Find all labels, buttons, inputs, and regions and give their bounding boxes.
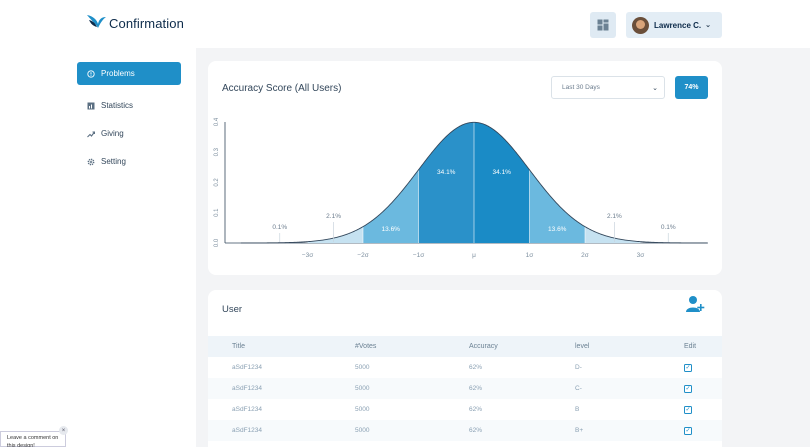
- x-tick-label: μ: [472, 252, 476, 259]
- y-tick-label: 0.4: [214, 117, 220, 126]
- user-name: Lawrence C.: [654, 20, 702, 30]
- cell-title: aSdF1234: [232, 385, 262, 392]
- cell-level: B: [575, 406, 580, 413]
- top-bar: Lawrence C. ⌄: [196, 0, 810, 48]
- data-label: 2.1%: [607, 213, 622, 220]
- grid-icon: [597, 19, 609, 31]
- x-tick-label: 2σ: [581, 252, 589, 259]
- data-label: 2.1%: [326, 213, 341, 220]
- tail-label: 0.1%: [272, 224, 287, 231]
- cell-accuracy: 62%: [469, 364, 483, 371]
- add-user-icon[interactable]: [685, 295, 705, 313]
- edit-checkbox[interactable]: ✓: [684, 405, 692, 414]
- x-tick-label: 1σ: [526, 252, 534, 259]
- bell-curve-chart: 0.0 0.1 0.2 0.3 0.4 2.1% 13.6% 34.1% 34.1% 13.6% 2…: [214, 117, 708, 259]
- y-tick-label: 0.1: [214, 208, 220, 217]
- tail-label: 0.1%: [661, 224, 676, 231]
- cell-accuracy: 62%: [469, 385, 483, 392]
- column-header[interactable]: Accuracy: [449, 343, 553, 350]
- avatar: [632, 16, 649, 34]
- column-header[interactable]: Edit: [658, 343, 722, 350]
- gift-icon: [87, 130, 95, 138]
- cell-title: aSdF1234: [232, 364, 262, 371]
- sidebar-item-label: Giving: [101, 129, 124, 138]
- close-icon[interactable]: ×: [59, 426, 68, 435]
- bird-logo-icon: [87, 15, 106, 28]
- gear-icon: [87, 158, 95, 166]
- cell-votes: 5000: [355, 406, 370, 413]
- region-area: [474, 122, 530, 243]
- cell-votes: 5000: [355, 427, 370, 434]
- x-tick-label: −2σ: [357, 252, 368, 259]
- user-menu-button[interactable]: Lawrence C. ⌄: [626, 12, 722, 38]
- sidebar-nav: Problems Statistics Giving Setting: [77, 62, 181, 178]
- cell-level: C-: [575, 385, 582, 392]
- cell-votes: 5000: [355, 364, 370, 371]
- sidebar-item-label: Problems: [101, 69, 135, 78]
- table-row[interactable]: aSdF1234 5000 62% C- ✓: [208, 378, 722, 399]
- edit-checkbox[interactable]: ✓: [684, 384, 692, 393]
- dashboard-grid-button[interactable]: [590, 12, 616, 38]
- cell-title: aSdF1234: [232, 406, 262, 413]
- x-tick-label: 3σ: [637, 252, 645, 259]
- data-label: 13.6%: [382, 226, 401, 233]
- cell-level: D-: [575, 364, 582, 371]
- accuracy-chart-card: Accuracy Score (All Users) Last 30 Days …: [208, 61, 722, 275]
- x-tick-label: −1σ: [413, 252, 424, 259]
- user-table-title: User: [222, 304, 243, 315]
- app-title: Confirmation: [109, 15, 184, 31]
- cell-accuracy: 62%: [469, 406, 483, 413]
- logo[interactable]: Confirmation: [85, 12, 184, 34]
- column-header[interactable]: #Votes: [332, 343, 449, 350]
- sidebar-item-statistics[interactable]: Statistics: [77, 94, 181, 117]
- x-tick-label: −3σ: [302, 252, 313, 259]
- y-tick-label: 0.0: [214, 238, 220, 247]
- column-header[interactable]: Title: [208, 343, 332, 350]
- table-row[interactable]: aSdF1234 5000 62% B+ ✓: [208, 420, 722, 441]
- cell-level: B+: [575, 427, 584, 434]
- data-label: 13.6%: [548, 226, 567, 233]
- sidebar-item-setting[interactable]: Setting: [77, 150, 181, 173]
- sidebar-item-label: Statistics: [101, 101, 134, 110]
- cell-title: aSdF1234: [232, 427, 262, 434]
- cell-votes: 5000: [355, 385, 370, 392]
- region-area: [418, 122, 474, 243]
- user-table: Title #Votes Accuracy level Edit aSdF123…: [208, 336, 722, 441]
- sidebar-item-problems[interactable]: Problems: [77, 62, 181, 85]
- bar-chart-icon: [87, 102, 95, 110]
- table-row[interactable]: aSdF1234 5000 62% D- ✓: [208, 357, 722, 378]
- table-header: Title #Votes Accuracy level Edit: [208, 336, 722, 357]
- chevron-down-icon: ⌄: [705, 22, 712, 29]
- sidebar-item-giving[interactable]: Giving: [77, 122, 181, 145]
- y-tick-label: 0.2: [214, 178, 220, 187]
- y-tick-label: 0.3: [214, 147, 220, 156]
- alert-circle-icon: [87, 69, 95, 78]
- data-label: 34.1%: [437, 169, 456, 176]
- sidebar-item-label: Setting: [101, 157, 126, 166]
- table-row[interactable]: aSdF1234 5000 62% B ✓: [208, 399, 722, 420]
- comment-widget[interactable]: Leave a comment on this design!: [0, 431, 66, 447]
- sidebar: Confirmation Problems Statistics Giving: [0, 0, 196, 447]
- edit-checkbox[interactable]: ✓: [684, 363, 692, 372]
- edit-checkbox[interactable]: ✓: [684, 426, 692, 435]
- cell-accuracy: 62%: [469, 427, 483, 434]
- column-header[interactable]: level: [553, 343, 658, 350]
- user-table-card: User Title #Votes Accuracy level Edit aS…: [208, 290, 722, 447]
- data-label: 34.1%: [493, 169, 512, 176]
